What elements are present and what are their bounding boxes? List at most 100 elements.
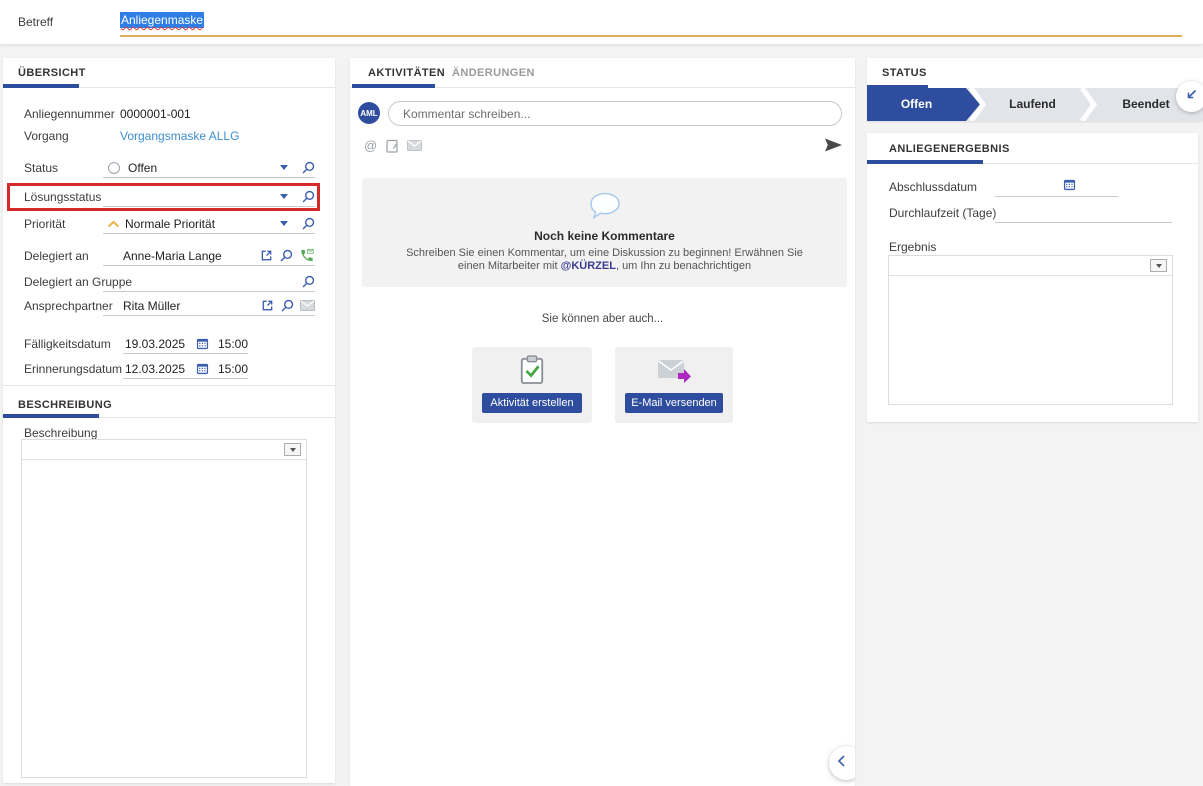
search-icon[interactable]: [301, 190, 315, 204]
activities-tabs: AKTIVITÄTEN ÄNDERUNGEN: [350, 58, 855, 88]
mention-at-icon[interactable]: @: [364, 138, 377, 153]
loesungsstatus-value-field[interactable]: [103, 187, 315, 207]
erinnerungsdatum-label: Erinnerungsdatum: [24, 362, 122, 376]
empty-state-text: Schreiben Sie einen Kommentar, um eine D…: [391, 247, 818, 272]
faelligkeitsdatum-time[interactable]: 15:00: [218, 337, 248, 351]
field-status: Status Offen: [3, 158, 335, 178]
faelligkeitsdatum-label: Fälligkeitsdatum: [24, 337, 111, 351]
anliegenergebnis-header: ANLIEGENERGEBNIS: [867, 133, 1198, 164]
comment-input[interactable]: [389, 102, 841, 125]
workflow-step-offen[interactable]: Offen: [867, 88, 980, 121]
prioritaet-value-field[interactable]: Normale Priorität: [103, 214, 315, 234]
erinnerungsdatum-date[interactable]: 12.03.2025: [125, 362, 186, 376]
durchlaufzeit-value-field[interactable]: [995, 206, 1172, 223]
uebersicht-header: ÜBERSICHT: [3, 58, 335, 88]
field-ansprechpartner: Ansprechpartner Rita Müller: [3, 296, 335, 316]
erinnerungsdatum-time[interactable]: 15:00: [218, 362, 248, 376]
section-divider: [3, 385, 335, 386]
tab-active-bar: [352, 84, 435, 88]
chevron-down-icon[interactable]: [280, 194, 288, 199]
tab-active-bar: [867, 160, 983, 164]
speech-bubble-icon: [362, 191, 847, 227]
ergebnis-label: Ergebnis: [889, 240, 936, 254]
activities-panel: AKTIVITÄTEN ÄNDERUNGEN AML @ Noch keine …: [350, 58, 855, 786]
betreff-selected-value: Anliegenmaske: [120, 12, 204, 28]
create-activity-button[interactable]: Aktivität erstellen: [482, 393, 582, 413]
beschreibung-textarea[interactable]: [22, 459, 306, 777]
faelligkeitsdatum-date[interactable]: 19.03.2025: [125, 337, 186, 351]
delegiert-an-gruppe-value-field[interactable]: [103, 272, 315, 292]
collapse-panel-button[interactable]: [829, 746, 855, 780]
status-header: STATUS: [867, 58, 1203, 87]
search-icon[interactable]: [279, 249, 293, 263]
loesungsstatus-label: Lösungsstatus: [24, 190, 101, 204]
topbar: Betreff Anliegenmaske: [0, 0, 1203, 45]
workflow-step-laufend[interactable]: Laufend: [985, 88, 1080, 121]
workflow-chevron-separator: [968, 88, 986, 126]
delegiert-an-value: Anne-Maria Lange: [123, 249, 222, 263]
tab-uebersicht: ÜBERSICHT: [18, 67, 86, 79]
vorgang-link[interactable]: Vorgangsmaske ALLG: [120, 129, 239, 143]
calendar-icon[interactable]: [196, 337, 209, 350]
search-icon[interactable]: [280, 299, 294, 313]
phone-mail-icon[interactable]: [299, 248, 315, 263]
status-workflow-bar: Offen Laufend Beendet: [867, 88, 1203, 121]
empty-state-title: Noch keine Kommentare: [362, 229, 847, 243]
ansprechpartner-value-field[interactable]: Rita Müller: [103, 296, 315, 316]
field-delegiert-an-gruppe: Delegiert an Gruppe: [3, 272, 335, 292]
open-record-icon[interactable]: [261, 299, 274, 312]
field-anliegennummer: Anliegennummer 0000001-001: [3, 104, 335, 124]
send-email-button[interactable]: E-Mail versenden: [625, 393, 723, 413]
envelope-icon[interactable]: [407, 140, 422, 151]
mail-forward-icon: [615, 359, 733, 388]
betreff-label: Betreff: [18, 15, 53, 29]
chevron-down-icon[interactable]: [1150, 259, 1167, 272]
avatar: AML: [358, 102, 380, 124]
anliegennummer-label: Anliegennummer: [24, 107, 115, 121]
envelope-icon[interactable]: [300, 300, 315, 311]
delegiert-an-value-field[interactable]: Anne-Maria Lange: [103, 246, 315, 266]
note-icon[interactable]: [386, 139, 398, 153]
tab-status: STATUS: [882, 67, 927, 79]
mention-token: @KÜRZEL: [561, 260, 616, 272]
chevron-down-icon[interactable]: [284, 443, 301, 456]
chevron-down-icon[interactable]: [280, 165, 288, 170]
status-circle-icon: [108, 162, 120, 174]
tab-aenderungen[interactable]: ÄNDERUNGEN: [452, 67, 535, 79]
open-record-icon[interactable]: [260, 249, 273, 262]
delegiert-an-label: Delegiert an: [24, 249, 89, 263]
status-panel: STATUS Offen Laufend Beendet: [867, 58, 1203, 121]
abschlussdatum-value-field[interactable]: [995, 180, 1118, 197]
collapse-chevron-icon: [836, 754, 846, 773]
abschlussdatum-label: Abschlussdatum: [889, 180, 977, 194]
search-icon[interactable]: [301, 161, 315, 175]
durchlaufzeit-label: Durchlaufzeit (Tage): [889, 206, 996, 220]
send-icon[interactable]: [824, 138, 843, 157]
betreff-input[interactable]: Anliegenmaske: [120, 11, 1182, 35]
send-email-card: E-Mail versenden: [615, 347, 733, 423]
status-value-field[interactable]: Offen: [103, 158, 315, 178]
tab-beschreibung: BESCHREIBUNG: [18, 399, 112, 411]
search-icon[interactable]: [301, 275, 315, 289]
no-comments-empty-state: Noch keine Kommentare Schreiben Sie eine…: [362, 178, 847, 287]
chevron-down-icon[interactable]: [280, 221, 288, 226]
beschreibung-editor: [21, 439, 307, 778]
tab-anliegenergebnis: ANLIEGENERGEBNIS: [889, 143, 1010, 155]
prioritaet-label: Priorität: [24, 217, 65, 231]
tab-aktivitaeten[interactable]: AKTIVITÄTEN: [368, 67, 445, 79]
calendar-icon[interactable]: [196, 362, 209, 375]
beschreibung-header: BESCHREIBUNG: [3, 390, 335, 418]
activity-clipboard-check-icon: [472, 355, 592, 390]
field-erinnerungsdatum: Erinnerungsdatum 12.03.2025 15:00: [3, 359, 335, 379]
comment-toolbar: @: [364, 138, 422, 153]
field-delegiert-an: Delegiert an Anne-Maria Lange: [3, 246, 335, 266]
search-icon[interactable]: [301, 217, 315, 231]
ergebnis-editor: [888, 255, 1173, 405]
vorgang-label: Vorgang: [24, 129, 69, 143]
erinnerungsdatum-value-field[interactable]: 12.03.2025 15:00: [123, 359, 248, 379]
restore-panel-button[interactable]: [1176, 81, 1203, 112]
faelligkeitsdatum-value-field[interactable]: 19.03.2025 15:00: [123, 334, 248, 354]
status-value: Offen: [128, 161, 157, 175]
ergebnis-textarea[interactable]: [889, 275, 1172, 404]
field-vorgang: Vorgang Vorgangsmaske ALLG: [3, 126, 335, 146]
